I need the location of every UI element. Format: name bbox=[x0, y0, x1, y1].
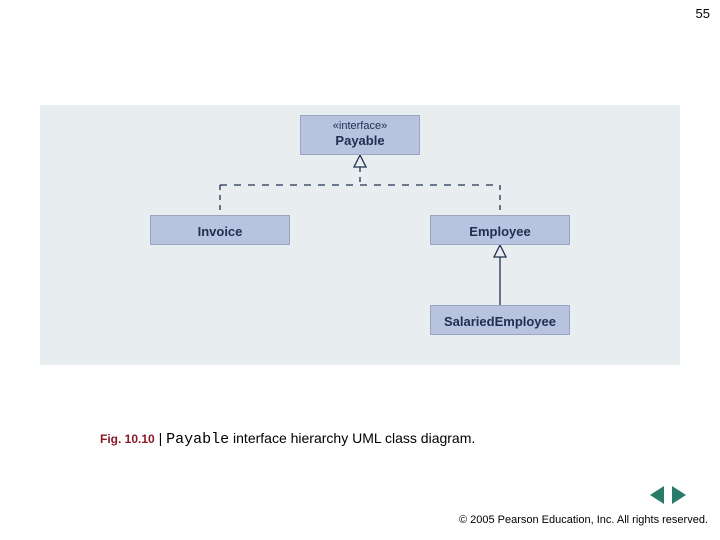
caption-code: Payable bbox=[166, 431, 229, 448]
class-name: SalariedEmployee bbox=[431, 310, 569, 334]
page-number: 55 bbox=[696, 6, 710, 21]
figure-number: Fig. 10.10 bbox=[100, 432, 155, 446]
class-box-payable: «interface» Payable bbox=[300, 115, 420, 155]
prev-slide-button[interactable] bbox=[650, 486, 664, 504]
class-name: Employee bbox=[431, 220, 569, 244]
class-box-employee: Employee bbox=[430, 215, 570, 245]
stereotype-label: «interface» bbox=[301, 120, 419, 133]
class-name: Invoice bbox=[151, 220, 289, 244]
figure-caption: Fig. 10.10 | Payable interface hierarchy… bbox=[100, 430, 475, 448]
uml-diagram: «interface» Payable Invoice Employee Sal… bbox=[40, 105, 680, 365]
slide-nav bbox=[648, 486, 688, 504]
class-box-salaried: SalariedEmployee bbox=[430, 305, 570, 335]
caption-sep: | bbox=[155, 430, 166, 446]
next-slide-button[interactable] bbox=[672, 486, 686, 504]
class-box-invoice: Invoice bbox=[150, 215, 290, 245]
caption-text: interface hierarchy UML class diagram. bbox=[229, 430, 475, 446]
class-name: Payable bbox=[301, 133, 419, 148]
copyright-text: © 2005 Pearson Education, Inc. All right… bbox=[459, 514, 708, 526]
